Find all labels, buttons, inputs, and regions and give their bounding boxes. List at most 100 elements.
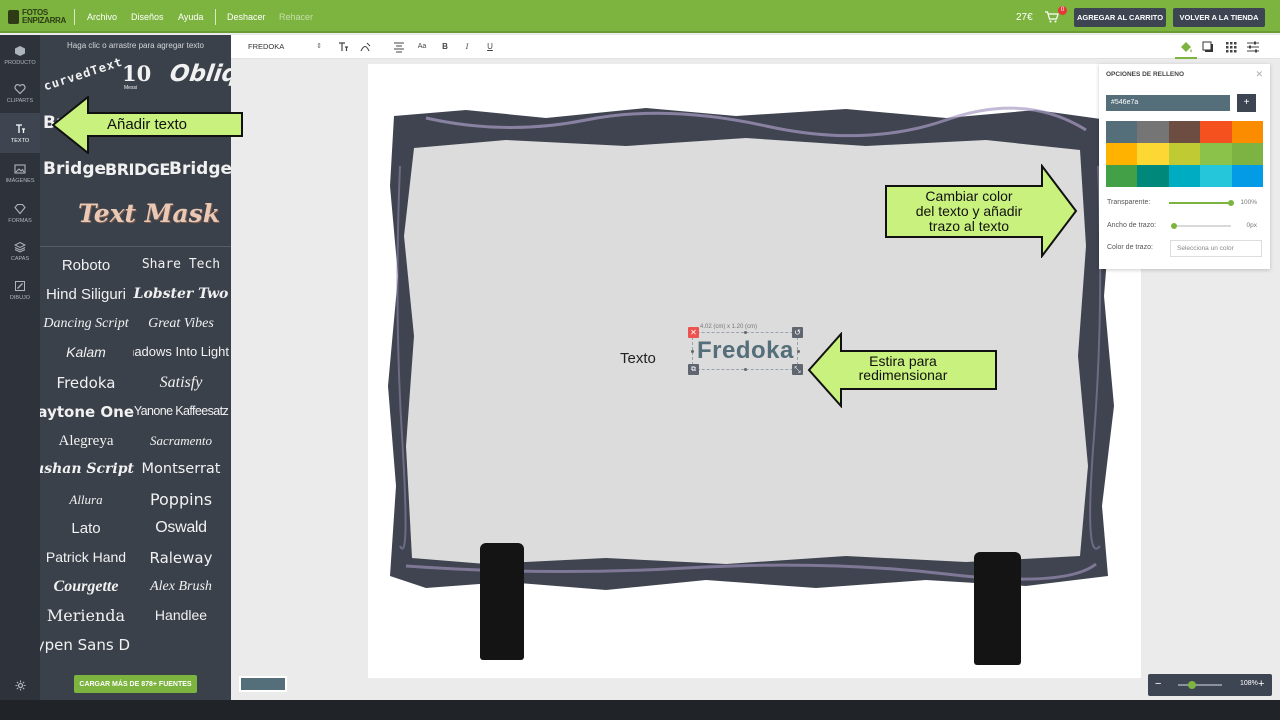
font-item-yanone-kaffeesatz[interactable]: Yanone Kaffeesatz	[133, 404, 229, 418]
font-item-merienda[interactable]: Merienda	[40, 606, 134, 625]
rail-item-producto[interactable]: PRODUCTO	[0, 35, 40, 75]
font-family-select[interactable]: FREDOKA ⇕	[245, 40, 325, 54]
rail-item-cliparts[interactable]: CLIPARTS	[0, 73, 40, 113]
rail-item-imagenes[interactable]: IMÁGENES	[0, 153, 40, 193]
add-color-button[interactable]: +	[1237, 94, 1256, 112]
delete-handle-icon[interactable]: ✕	[688, 327, 699, 338]
color-swatch[interactable]	[1200, 121, 1232, 143]
color-swatch[interactable]	[1168, 143, 1201, 165]
font-item-patrick-hand[interactable]: Patrick Hand	[40, 549, 134, 565]
font-item-alex-brush[interactable]: Alex Brush	[133, 579, 229, 595]
font-item-montserrat[interactable]: Montserrat	[133, 461, 229, 477]
effect-ten[interactable]: 10	[122, 61, 151, 86]
effect-curved-text[interactable]: curvedText	[42, 55, 125, 94]
font-item-poppins[interactable]: Poppins	[133, 490, 229, 509]
color-swatch[interactable]	[1137, 121, 1169, 143]
rail-item-dibujo[interactable]: DIBUJO	[0, 270, 40, 310]
font-item-allura[interactable]: Allura	[40, 492, 134, 508]
gear-icon[interactable]	[15, 680, 26, 691]
font-item-fredoka[interactable]: Fredoka	[40, 374, 134, 392]
resize-dot-bottom[interactable]	[744, 368, 747, 371]
font-item-raleway[interactable]: Raleway	[133, 549, 229, 567]
resize-dot-top[interactable]	[744, 331, 747, 334]
color-swatch[interactable]	[1106, 143, 1138, 165]
color-swatch[interactable]	[1200, 165, 1232, 187]
color-swatch[interactable]	[1137, 165, 1169, 187]
canvas-text-texto[interactable]: Texto	[620, 350, 656, 367]
font-item-kalam[interactable]: Kalam	[40, 344, 134, 360]
current-color-chip[interactable]	[239, 676, 287, 692]
load-more-fonts-button[interactable]: CARGAR MÁS DE 878+ FUENTES	[74, 675, 197, 693]
font-item-great-vibes[interactable]: Great Vibes	[133, 316, 229, 332]
font-item-handlee[interactable]: Handlee	[133, 607, 229, 623]
menu-archivo[interactable]: Archivo	[87, 12, 117, 22]
font-item-hypen-sans[interactable]: Hypen Sans D	[40, 636, 130, 654]
font-item-dancing-script[interactable]: Dancing Script	[40, 316, 134, 332]
pattern-icon[interactable]	[1223, 39, 1239, 55]
settings-sliders-icon[interactable]	[1245, 39, 1261, 55]
resize-handle-icon[interactable]: ⤡	[792, 364, 803, 375]
color-swatch[interactable]	[1137, 143, 1169, 165]
color-swatch[interactable]	[1106, 165, 1138, 187]
font-item-courgette[interactable]: Courgette	[40, 578, 134, 596]
color-swatch[interactable]	[1168, 165, 1201, 187]
zoom-slider-track[interactable]	[1178, 684, 1222, 686]
shadow-icon[interactable]	[1200, 39, 1216, 55]
menu-ayuda[interactable]: Ayuda	[178, 12, 203, 22]
duplicate-handle-icon[interactable]: ⧉	[688, 364, 699, 375]
font-item-roboto[interactable]: Roboto	[40, 257, 134, 274]
rotate-handle-icon[interactable]: ↺	[792, 327, 803, 338]
hex-color-input[interactable]: #546e7a	[1106, 95, 1230, 111]
font-item-shadows-into-light[interactable]: Shadows Into Light	[133, 344, 229, 359]
stroke-color-select[interactable]: Selecciona un color	[1170, 240, 1262, 257]
font-item-oswald[interactable]: Oswald	[133, 519, 229, 537]
stroke-width-slider-knob[interactable]	[1171, 223, 1177, 229]
redo-button[interactable]: Rehacer	[279, 12, 313, 22]
color-swatch[interactable]	[1106, 121, 1138, 143]
stroke-width-slider-track[interactable]	[1173, 225, 1231, 227]
align-center-icon[interactable]	[392, 40, 406, 54]
effect-bridge-1[interactable]: Bridge	[43, 159, 106, 179]
close-icon[interactable]: ✕	[1255, 69, 1263, 80]
case-icon[interactable]: Aa	[415, 40, 429, 54]
font-item-satisfy[interactable]: Satisfy	[133, 374, 229, 392]
resize-dot-left[interactable]	[691, 350, 694, 353]
text-size-icon[interactable]	[336, 40, 350, 54]
add-to-cart-button[interactable]: AGREGAR AL CARRITO	[1074, 8, 1166, 27]
font-item-alegreya[interactable]: Alegreya	[40, 433, 134, 450]
zoom-slider-knob[interactable]	[1188, 681, 1196, 689]
bold-icon[interactable]: B	[438, 40, 452, 54]
effect-bridge-2[interactable]: BRIDGE	[105, 160, 170, 179]
underline-icon[interactable]: U	[483, 40, 497, 54]
back-to-store-button[interactable]: VOLVER A LA TIENDA	[1173, 8, 1265, 27]
rail-item-capas[interactable]: CAPAS	[0, 231, 40, 271]
menu-disenos[interactable]: Diseños	[131, 12, 164, 22]
text-curve-icon[interactable]	[358, 40, 372, 54]
font-item-paytone-one[interactable]: Paytone One	[40, 403, 134, 421]
canvas-text-fredoka[interactable]: Fredoka	[697, 337, 794, 365]
cart-icon[interactable]	[1045, 11, 1059, 23]
resize-dot-right[interactable]	[797, 350, 800, 353]
italic-icon[interactable]: I	[460, 40, 474, 54]
font-item-lato[interactable]: Lato	[40, 520, 134, 537]
font-item-hind-siliguri[interactable]: Hind Siliguri	[40, 286, 134, 303]
font-item-share-tech[interactable]: Share Tech	[133, 257, 229, 272]
undo-button[interactable]: Deshacer	[227, 12, 266, 22]
font-item-sacramento[interactable]: Sacramento	[133, 433, 229, 449]
fill-bucket-icon[interactable]	[1178, 39, 1194, 55]
color-swatch[interactable]	[1200, 143, 1232, 165]
rail-item-texto[interactable]: TEXTO	[0, 113, 40, 153]
rail-item-formas[interactable]: FORMAS	[0, 193, 40, 233]
color-swatch[interactable]	[1231, 121, 1263, 143]
font-item-lobster-two[interactable]: Lobster Two	[133, 286, 229, 302]
font-item-kaushan-script[interactable]: Kaushan Script	[40, 461, 134, 477]
color-swatch[interactable]	[1231, 143, 1263, 165]
color-swatch[interactable]	[1168, 121, 1201, 143]
zoom-out-button[interactable]: −	[1155, 678, 1161, 690]
effect-oblique[interactable]: Oblique	[168, 61, 231, 87]
color-swatch[interactable]	[1231, 165, 1263, 187]
effect-text-mask[interactable]: Text Mask	[78, 199, 220, 228]
effect-bridge-3[interactable]: Bridge	[169, 159, 231, 179]
zoom-in-button[interactable]: +	[1258, 678, 1264, 690]
logo[interactable]: FOTOS ENPIZARRA	[8, 6, 66, 28]
